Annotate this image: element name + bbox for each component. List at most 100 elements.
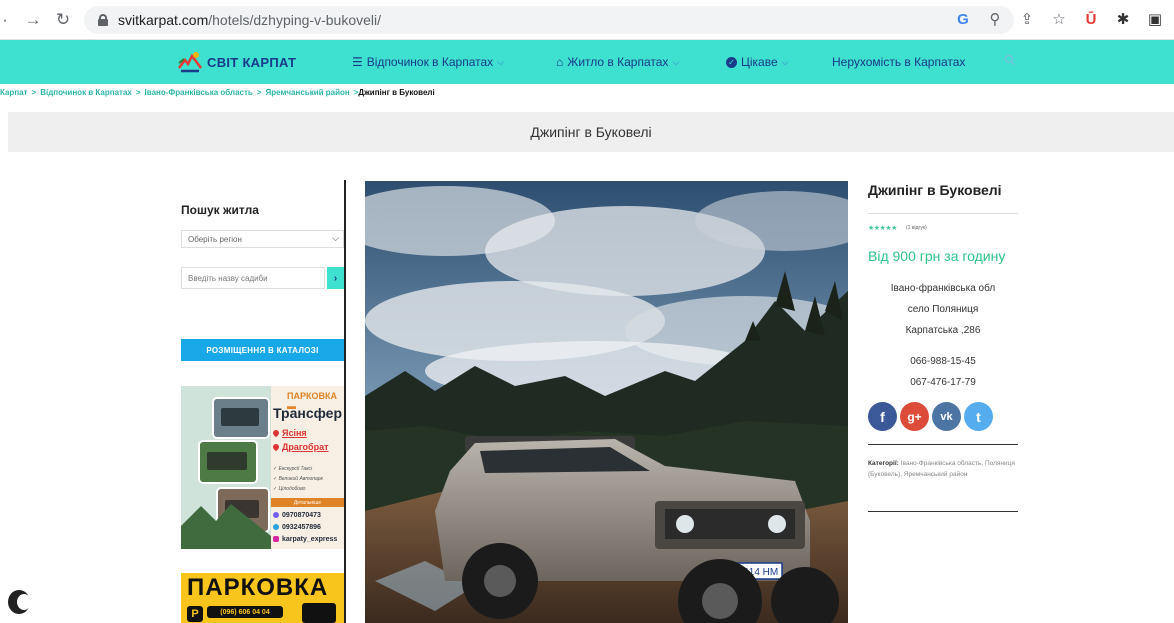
phone-number[interactable]: 066-988-15-45 xyxy=(868,356,1018,367)
rating-stars: ★★★★★ xyxy=(868,225,897,232)
divider xyxy=(868,213,1018,214)
breadcrumb-separator: > xyxy=(31,88,37,97)
map-pin-icon xyxy=(271,442,281,452)
breadcrumb-separator: > xyxy=(135,88,141,97)
telegram-icon xyxy=(273,524,279,531)
transfer-ad-service: ✓ Екскурсії Таксі xyxy=(273,466,313,472)
categories: Категорії: Івано-Франківська область, По… xyxy=(868,458,1018,480)
transfer-ad-title: Трансфер xyxy=(273,405,343,421)
transfer-ad-phone-value: 0932457896 xyxy=(282,524,321,531)
search-submit-button[interactable]: › xyxy=(327,267,344,289)
menu-item-zhytlo[interactable]: ⌂ Житло в Карпатах ⌵ xyxy=(556,55,679,69)
address-line: Івано-франківська обл xyxy=(890,283,996,294)
transfer-ad-instagram: karpaty_express xyxy=(273,536,337,543)
breadcrumb: Карпат > Відпочинок в Карпатах > Івано-Франк… xyxy=(0,88,435,97)
menu-item-label: Житло в Карпатах xyxy=(567,55,669,69)
dark-mode-toggle-icon[interactable] xyxy=(8,590,31,614)
search-icon[interactable] xyxy=(1004,54,1016,66)
menu-item-label: Нерухомість в Карпатах xyxy=(832,55,966,69)
parking-ad-title: ПАРКОВКА xyxy=(187,574,329,601)
parking-ad-banner[interactable]: ПАРКОВКА P (096) 606 04 04 xyxy=(181,573,344,623)
transfer-ad-photos xyxy=(181,386,271,549)
breadcrumb-link[interactable]: Карпат xyxy=(0,88,28,97)
transfer-ad-more[interactable]: Детальніше xyxy=(271,498,344,507)
sidebar: Пошук житла Оберіть регіон ⌵ Введіть наз… xyxy=(181,180,346,623)
viber-icon xyxy=(273,512,279,519)
extension-icons: G ⚲ ⇪ ☆ Ū ✱ ▣ xyxy=(952,8,1166,30)
transfer-ad-phone: 0932457896 xyxy=(273,524,321,531)
bookmark-star-icon[interactable]: ☆ xyxy=(1048,8,1070,30)
sidepanel-icon[interactable]: ▣ xyxy=(1144,8,1166,30)
chevron-down-icon: ⌵ xyxy=(332,233,339,243)
chevron-down-icon: ⌵ xyxy=(672,56,680,67)
chevron-down-icon: ⌵ xyxy=(781,56,789,67)
menu-item-tsikave[interactable]: ✓ Цікаве ⌵ xyxy=(726,55,788,69)
transfer-ad-location: Драгобрат xyxy=(271,442,329,452)
breadcrumb-current: Джипінг в Буковелі xyxy=(358,88,435,97)
menu-item-vidpochynok[interactable]: ☰ Відпочинок в Карпатах ⌵ xyxy=(352,55,504,69)
transfer-ad-service-label: Цілодобово xyxy=(278,486,306,492)
car-sign-icon xyxy=(302,603,336,623)
review-count[interactable]: (1 відгук) xyxy=(906,225,927,231)
breadcrumb-link[interactable]: Івано-Франківська область xyxy=(145,88,253,97)
transfer-ad-phone-value: 0970870473 xyxy=(282,512,321,519)
zoom-icon[interactable]: ⚲ xyxy=(984,8,1006,30)
main-photo[interactable]: AT 5114 HM xyxy=(365,181,848,623)
share-icon[interactable]: ⇪ xyxy=(1016,8,1038,30)
region-select[interactable]: Оберіть регіон ⌵ xyxy=(181,230,344,248)
browser-toolbar: · → ↻ svitkarpat.com /hotels/dzhyping-v-… xyxy=(0,0,1174,40)
transfer-ad-location: Ясіня xyxy=(271,428,307,438)
page-title-band: Джипінг в Буковелі xyxy=(8,112,1174,152)
transfer-ad-instagram-handle: karpaty_express xyxy=(282,536,338,543)
lock-icon xyxy=(98,14,108,26)
homestead-name-input[interactable]: Введіть назву садиби xyxy=(181,267,325,289)
google-plus-icon[interactable]: g+ xyxy=(900,402,929,431)
extension-shield-icon[interactable]: Ū xyxy=(1080,8,1102,30)
social-share: f g+ vk t xyxy=(868,402,993,431)
chevron-down-icon: ⌵ xyxy=(497,56,505,67)
price: Від 900 грн за годину xyxy=(868,248,1006,264)
twitter-icon[interactable]: t xyxy=(964,402,993,431)
puzzle-icon[interactable]: ✱ xyxy=(1112,8,1134,30)
address-bar[interactable]: svitkarpat.com /hotels/dzhyping-v-bukove… xyxy=(84,6,1014,34)
transfer-ad-service-label: Екскурсії Таксі xyxy=(278,466,313,472)
categories-label: Категорії: xyxy=(868,460,899,467)
breadcrumb-separator: > xyxy=(256,88,262,97)
transfer-ad-location-label: Драгобрат xyxy=(282,442,329,452)
logo[interactable]: СВІТ КАРПАТ xyxy=(177,50,296,74)
breadcrumb-link[interactable]: Відпочинок в Карпатах xyxy=(40,88,132,97)
transfer-ad-service: ✓ Цілодобово xyxy=(273,486,306,492)
menu-item-label: Цікаве xyxy=(741,55,778,69)
listing-title: Джипінг в Буковелі xyxy=(868,182,1002,198)
home-icon: ⌂ xyxy=(556,55,564,69)
divider xyxy=(868,511,1018,512)
transfer-ad-parking-label: ПАРКОВКА xyxy=(287,391,337,401)
transfer-ad-phone: 0970870473 xyxy=(273,512,321,519)
homestead-name-placeholder: Введіть назву садиби xyxy=(188,273,268,283)
google-icon[interactable]: G xyxy=(952,8,974,30)
parking-sign-icon: P xyxy=(187,606,203,622)
transfer-ad-service-label: Великий Автопарк xyxy=(278,476,323,482)
site-nav: СВІТ КАРПАТ ☰ Відпочинок в Карпатах ⌵ ⌂ … xyxy=(0,40,1174,84)
address-line: Карпатська ,286 xyxy=(905,325,981,336)
back-icon[interactable]: · xyxy=(0,7,10,33)
menu-item-label: Відпочинок в Карпатах xyxy=(366,55,494,69)
instagram-icon xyxy=(273,536,279,543)
map-pin-icon xyxy=(271,428,281,438)
transfer-ad-banner[interactable]: ПАРКОВКА ▬ Трансфер Ясіня Драгобрат ✓ Ек… xyxy=(181,386,344,549)
address-line: село Поляниця xyxy=(907,304,979,315)
logo-mark-icon xyxy=(178,52,202,73)
catalog-placement-button[interactable]: РОЗМІЩЕННЯ В КАТАЛОЗІ xyxy=(181,339,344,361)
reload-icon[interactable]: ↻ xyxy=(50,7,76,33)
search-title: Пошук житла xyxy=(181,203,259,217)
facebook-icon[interactable]: f xyxy=(868,402,897,431)
region-select-value: Оберіть регіон xyxy=(188,234,242,244)
breadcrumb-link[interactable]: Яремчанський район xyxy=(266,88,350,97)
menu-item-nerukhomist[interactable]: Нерухомість в Карпатах xyxy=(832,55,965,69)
transfer-ad-location-label: Ясіня xyxy=(282,428,307,438)
url-host: svitkarpat.com xyxy=(118,12,209,28)
jeep-photo-illustration: AT 5114 HM xyxy=(365,181,848,623)
vk-icon[interactable]: vk xyxy=(932,402,961,431)
forward-icon[interactable]: → xyxy=(20,7,46,33)
phone-number[interactable]: 067-476-17-79 xyxy=(868,377,1018,388)
